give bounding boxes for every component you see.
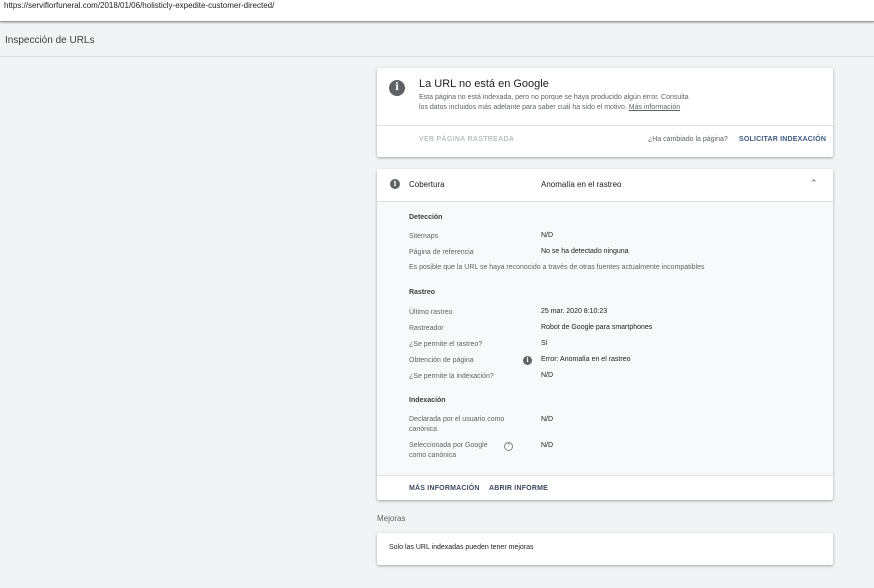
coverage-footer: MÁS INFORMACIÓN ABRIR INFORME <box>377 475 833 501</box>
referring-page-label: Página de referencia <box>409 249 474 256</box>
indexing-title: Indexación <box>409 397 446 404</box>
status-desc-line1: Esta página no está indexada, pero no po… <box>419 94 689 101</box>
index-allowed-label: ¿Se permite la indexación? <box>409 373 494 380</box>
detection-title: Detección <box>409 214 443 221</box>
referring-page-value: No se ha detectado ninguna <box>541 248 629 255</box>
user-canonical-line1: Declarada por el usuario como <box>409 416 505 423</box>
view-crawled-page-button[interactable]: VER PÁGINA RASTREADA <box>419 136 514 143</box>
status-desc-line2-text: los datos incluidos más adelante para sa… <box>419 104 627 111</box>
chevron-up-icon[interactable]: ⌃ <box>810 178 818 189</box>
more-info-link[interactable]: Más información <box>629 104 680 111</box>
last-crawl-label: Último rastreo <box>409 309 453 316</box>
enhancements-note: Solo las URL indexadas pueden tener mejo… <box>389 544 534 551</box>
changed-page-question: ¿Ha cambiado la página? <box>648 136 728 143</box>
status-title: La URL no está en Google <box>419 78 549 90</box>
page-header: Inspección de URLs <box>0 24 874 57</box>
divider <box>377 125 833 126</box>
open-report-button[interactable]: ABRIR INFORME <box>489 485 548 492</box>
url-bar[interactable]: https://serviflorfuneral.com/2018/01/06/… <box>0 0 874 22</box>
page-title: Inspección de URLs <box>5 35 95 46</box>
detection-note: Es posible que la URL se haya reconocido… <box>409 264 705 271</box>
google-canonical-label: Seleccionada por Google como canónica <box>409 441 488 461</box>
google-canonical-line2: como canónica <box>409 452 457 459</box>
user-canonical-label: Declarada por el usuario como canónica <box>409 415 504 435</box>
status-desc-line2: los datos incluidos más adelante para sa… <box>419 103 719 113</box>
coverage-details: Detección Sitemaps N/D Página de referen… <box>377 202 833 475</box>
index-allowed-value: N/D <box>541 372 554 379</box>
more-info-button[interactable]: MÁS INFORMACIÓN <box>409 485 480 492</box>
google-canonical-line1: Seleccionada por Google <box>409 442 488 449</box>
page-fetch-value: Error: Anomalía en el rastreo <box>541 356 631 363</box>
crawler-value: Robot de Google para smartphones <box>541 324 653 331</box>
enhancements-card: Solo las URL indexadas pueden tener mejo… <box>377 533 833 565</box>
coverage-label: Cobertura <box>409 180 445 189</box>
coverage-header[interactable]: i Cobertura Anomalía en el rastreo ⌃ <box>377 169 833 202</box>
sitemaps-value: N/D <box>541 232 554 239</box>
page-fetch-info-icon[interactable]: i <box>523 356 532 365</box>
page-fetch-label: Obtención de página <box>409 357 474 364</box>
url-text: https://serviflorfuneral.com/2018/01/06/… <box>4 1 275 10</box>
coverage-status: Anomalía en el rastreo <box>541 180 622 189</box>
last-crawl-value: 25 mar. 2020 8:10:23 <box>541 308 608 315</box>
enhancements-label: Mejoras <box>377 514 406 523</box>
request-indexing-button[interactable]: SOLICITAR INDEXACIÓN <box>739 136 826 143</box>
crawl-allowed-label: ¿Se permite el rastreo? <box>409 341 483 348</box>
user-canonical-line2: canónica <box>409 426 438 433</box>
status-description: Esta página no está indexada, pero no po… <box>419 93 719 113</box>
coverage-card: i Cobertura Anomalía en el rastreo ⌃ Det… <box>377 169 833 500</box>
coverage-info-icon: i <box>390 179 400 189</box>
user-canonical-value: N/D <box>541 416 554 423</box>
crawler-label: Rastreador <box>409 325 444 332</box>
google-canonical-value: N/D <box>541 442 554 449</box>
crawl-allowed-value: Sí <box>541 340 548 347</box>
url-status-card: i La URL no está en Google Esta página n… <box>377 68 833 157</box>
help-icon[interactable]: ? <box>504 442 513 451</box>
sitemaps-label: Sitemaps <box>409 233 439 240</box>
crawl-title: Rastreo <box>409 289 436 296</box>
info-icon: i <box>389 80 405 96</box>
